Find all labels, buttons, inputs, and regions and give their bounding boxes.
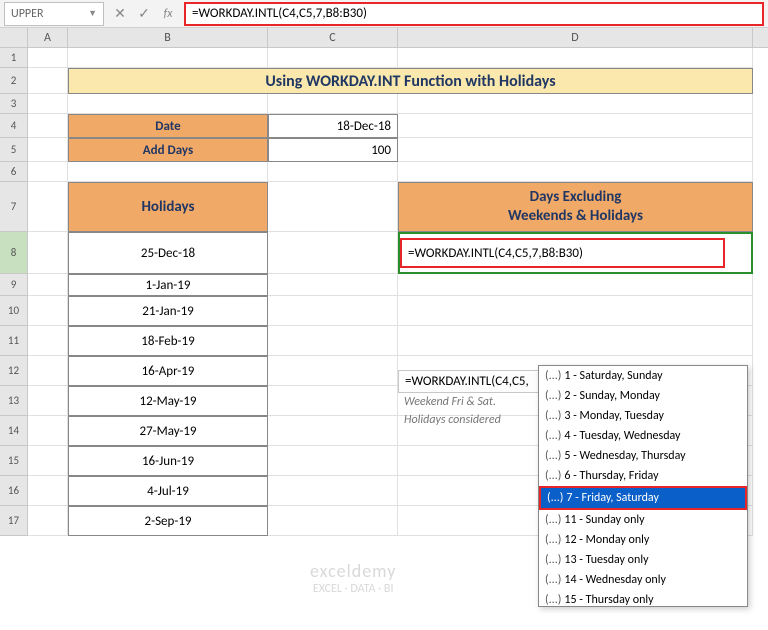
formula-text: =WORKDAY.INTL(C4,C5,7,B8:B30) xyxy=(192,6,367,21)
accept-icon[interactable]: ✓ xyxy=(132,5,156,22)
row-header[interactable]: 3 xyxy=(0,94,28,114)
page-title[interactable]: Using WORKDAY.INT Function with Holidays xyxy=(68,68,753,94)
result-header[interactable]: Days Excluding Weekends & Holidays xyxy=(398,182,753,232)
holidays-header[interactable]: Holidays xyxy=(68,182,268,232)
holiday-cell[interactable]: 27-May-19 xyxy=(68,416,268,446)
row-header[interactable]: 14 xyxy=(0,416,28,446)
holiday-cell[interactable]: 4-Jul-19 xyxy=(68,476,268,506)
weekend-options-dropdown[interactable]: (...) 1 - Saturday, Sunday(...) 2 - Sund… xyxy=(538,365,748,607)
weekend-option-13[interactable]: (...) 13 - Tuesday only xyxy=(539,550,747,570)
row-header[interactable]: 12 xyxy=(0,356,28,386)
holiday-cell[interactable]: 16-Jun-19 xyxy=(68,446,268,476)
col-header-b[interactable]: B xyxy=(68,28,268,47)
tooltip-hint: =WORKDAY.INTL(C4,C5, Weekend Fri & Sat. … xyxy=(398,370,558,429)
col-header-d[interactable]: D xyxy=(398,28,753,47)
add-days-value[interactable]: 100 xyxy=(268,138,398,162)
date-value[interactable]: 18-Dec-18 xyxy=(268,114,398,138)
hint-formula: =WORKDAY.INTL(C4,C5, xyxy=(398,370,558,393)
row-header[interactable]: 10 xyxy=(0,296,28,326)
select-all-corner[interactable] xyxy=(0,28,28,47)
weekend-option-3[interactable]: (...) 3 - Monday, Tuesday xyxy=(539,406,747,426)
weekend-option-14[interactable]: (...) 14 - Wednesday only xyxy=(539,570,747,590)
row-header[interactable]: 16 xyxy=(0,476,28,506)
weekend-option-1[interactable]: (...) 1 - Saturday, Sunday xyxy=(539,366,747,386)
formula-bar: UPPER ▼ ✕ ✓ fx =WORKDAY.INTL(C4,C5,7,B8:… xyxy=(0,0,768,28)
col-header-a[interactable]: A xyxy=(28,28,68,47)
watermark: exceldemy EXCEL · DATA · BI xyxy=(310,560,396,596)
row-header[interactable]: 11 xyxy=(0,326,28,356)
row-header[interactable]: 17 xyxy=(0,506,28,536)
weekend-option-2[interactable]: (...) 2 - Sunday, Monday xyxy=(539,386,747,406)
row-header[interactable]: 7 xyxy=(0,182,28,232)
row-header[interactable]: 1 xyxy=(0,48,28,68)
column-headers: A B C D xyxy=(0,28,768,48)
col-header-c[interactable]: C xyxy=(268,28,398,47)
row-header[interactable]: 13 xyxy=(0,386,28,416)
holiday-cell[interactable]: 1-Jan-19 xyxy=(68,274,268,296)
weekend-option-11[interactable]: (...) 11 - Sunday only xyxy=(539,510,747,530)
weekend-option-7[interactable]: (...) 7 - Friday, Saturday xyxy=(539,486,747,510)
row-header[interactable]: 9 xyxy=(0,274,28,296)
name-box[interactable]: UPPER ▼ xyxy=(4,2,104,26)
weekend-option-6[interactable]: (...) 6 - Thursday, Friday xyxy=(539,466,747,486)
row-header[interactable]: 5 xyxy=(0,138,28,162)
chevron-down-icon[interactable]: ▼ xyxy=(88,8,97,19)
weekend-option-15[interactable]: (...) 15 - Thursday only xyxy=(539,590,747,606)
date-label[interactable]: Date xyxy=(68,114,268,138)
hint-note: Weekend Fri & Sat. xyxy=(398,393,558,411)
holiday-cell[interactable]: 12-May-19 xyxy=(68,386,268,416)
row-header[interactable]: 2 xyxy=(0,68,28,94)
hint-note: Holidays considered xyxy=(398,411,558,429)
weekend-option-5[interactable]: (...) 5 - Wednesday, Thursday xyxy=(539,446,747,466)
weekend-option-12[interactable]: (...) 12 - Monday only xyxy=(539,530,747,550)
row-header[interactable]: 4 xyxy=(0,114,28,138)
holiday-cell[interactable]: 21-Jan-19 xyxy=(68,296,268,326)
row-header[interactable]: 6 xyxy=(0,162,28,182)
holiday-cell[interactable]: 2-Sep-19 xyxy=(68,506,268,536)
formula-input[interactable]: =WORKDAY.INTL(C4,C5,7,B8:B30) xyxy=(184,2,764,26)
row-header[interactable]: 8 xyxy=(0,232,28,274)
cancel-icon[interactable]: ✕ xyxy=(108,5,132,22)
weekend-option-4[interactable]: (...) 4 - Tuesday, Wednesday xyxy=(539,426,747,446)
holiday-cell[interactable]: 18-Feb-19 xyxy=(68,326,268,356)
active-cell-formula: =WORKDAY.INTL(C4,C5,7,B8:B30) xyxy=(400,238,725,268)
name-box-value: UPPER xyxy=(11,7,43,21)
holiday-cell[interactable]: 16-Apr-19 xyxy=(68,356,268,386)
row-header[interactable]: 15 xyxy=(0,446,28,476)
holiday-cell[interactable]: 25-Dec-18 xyxy=(68,232,268,274)
fx-icon[interactable]: fx xyxy=(156,7,180,21)
add-days-label[interactable]: Add Days xyxy=(68,138,268,162)
active-cell-d8[interactable]: =WORKDAY.INTL(C4,C5,7,B8:B30) xyxy=(398,232,753,274)
